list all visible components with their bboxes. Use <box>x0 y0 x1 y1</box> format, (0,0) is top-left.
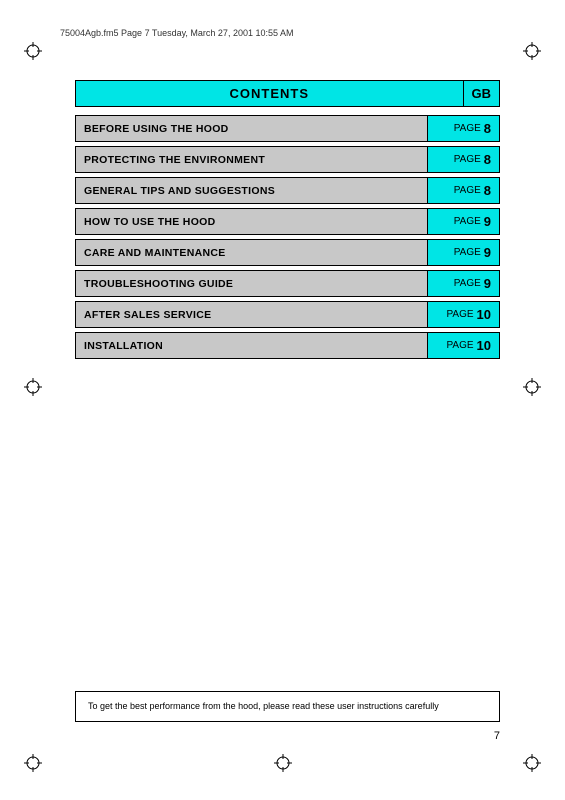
toc-row: TROUBLESHOOTING GUIDE PAGE9 <box>75 270 500 297</box>
toc-page-number: 9 <box>484 276 491 291</box>
toc-row: HOW TO USE THE HOOD PAGE9 <box>75 208 500 235</box>
notice-box: To get the best performance from the hoo… <box>75 691 500 722</box>
crosshair-bottom-left <box>24 754 42 772</box>
toc-page-number: 8 <box>484 152 491 167</box>
toc-page-label: PAGE <box>446 340 473 351</box>
file-info: 75004Agb.fm5 Page 7 Tuesday, March 27, 2… <box>60 28 535 38</box>
toc-row: CARE AND MAINTENANCE PAGE9 <box>75 239 500 266</box>
toc-row: BEFORE USING THE HOOD PAGE8 <box>75 115 500 142</box>
toc-label: GENERAL TIPS AND SUGGESTIONS <box>76 178 427 203</box>
crosshair-top-right <box>523 42 541 60</box>
toc-page-label: PAGE <box>454 278 481 289</box>
toc-label-text: HOW TO USE THE HOOD <box>84 216 216 228</box>
crosshair-top-left <box>24 42 42 60</box>
toc-label-text: CARE AND MAINTENANCE <box>84 247 226 259</box>
content-area: CONTENTS GB BEFORE USING THE HOODPAGE8PR… <box>75 80 500 363</box>
toc-page-cell: PAGE9 <box>427 240 499 265</box>
toc-page-label: PAGE <box>454 123 481 134</box>
toc-label: TROUBLESHOOTING GUIDE <box>76 271 427 296</box>
toc-page-label: PAGE <box>454 185 481 196</box>
page-number: 7 <box>494 730 500 742</box>
toc-page-cell: PAGE8 <box>427 147 499 172</box>
gb-box: GB <box>464 80 501 107</box>
toc-page-number: 9 <box>484 245 491 260</box>
toc-page-number: 10 <box>477 338 491 353</box>
toc-page-label: PAGE <box>454 247 481 258</box>
toc-row: PROTECTING THE ENVIRONMENT PAGE8 <box>75 146 500 173</box>
toc-page-cell: PAGE8 <box>427 178 499 203</box>
toc-label: BEFORE USING THE HOOD <box>76 116 427 141</box>
toc-page-number: 10 <box>477 307 491 322</box>
toc-row: INSTALLATION PAGE 10 <box>75 332 500 359</box>
toc-list: BEFORE USING THE HOODPAGE8PROTECTING THE… <box>75 115 500 359</box>
toc-label: CARE AND MAINTENANCE <box>76 240 427 265</box>
toc-page-cell: PAGE9 <box>427 209 499 234</box>
toc-page-cell: PAGE 10 <box>427 302 499 327</box>
crosshair-bottom-mid <box>274 754 292 772</box>
toc-page-label: PAGE <box>446 309 473 320</box>
toc-page-cell: PAGE 10 <box>427 333 499 358</box>
toc-label-text: INSTALLATION <box>84 340 163 352</box>
toc-label: INSTALLATION <box>76 333 427 358</box>
toc-label: AFTER SALES SERVICE <box>76 302 427 327</box>
toc-page-cell: PAGE9 <box>427 271 499 296</box>
toc-label-text: PROTECTING THE ENVIRONMENT <box>84 154 265 166</box>
toc-label-text: BEFORE USING THE HOOD <box>84 123 229 135</box>
contents-title-box: CONTENTS <box>75 80 464 107</box>
toc-row: AFTER SALES SERVICE PAGE 10 <box>75 301 500 328</box>
toc-row: GENERAL TIPS AND SUGGESTIONS PAGE8 <box>75 177 500 204</box>
crosshair-mid-right <box>523 378 541 396</box>
toc-page-number: 8 <box>484 121 491 136</box>
toc-page-number: 9 <box>484 214 491 229</box>
toc-label-text: AFTER SALES SERVICE <box>84 309 211 321</box>
toc-page-label: PAGE <box>454 216 481 227</box>
toc-label-text: GENERAL TIPS AND SUGGESTIONS <box>84 185 275 197</box>
crosshair-bottom-right <box>523 754 541 772</box>
toc-page-label: PAGE <box>454 154 481 165</box>
toc-label: PROTECTING THE ENVIRONMENT <box>76 147 427 172</box>
toc-label-text: TROUBLESHOOTING GUIDE <box>84 278 233 290</box>
gb-label: GB <box>472 86 492 101</box>
toc-label: HOW TO USE THE HOOD <box>76 209 427 234</box>
notice-text: To get the best performance from the hoo… <box>88 700 487 713</box>
toc-page-number: 8 <box>484 183 491 198</box>
contents-header: CONTENTS GB <box>75 80 500 107</box>
contents-title: CONTENTS <box>230 86 310 101</box>
page: 75004Agb.fm5 Page 7 Tuesday, March 27, 2… <box>0 0 565 800</box>
crosshair-mid-left <box>24 378 42 396</box>
toc-page-cell: PAGE8 <box>427 116 499 141</box>
